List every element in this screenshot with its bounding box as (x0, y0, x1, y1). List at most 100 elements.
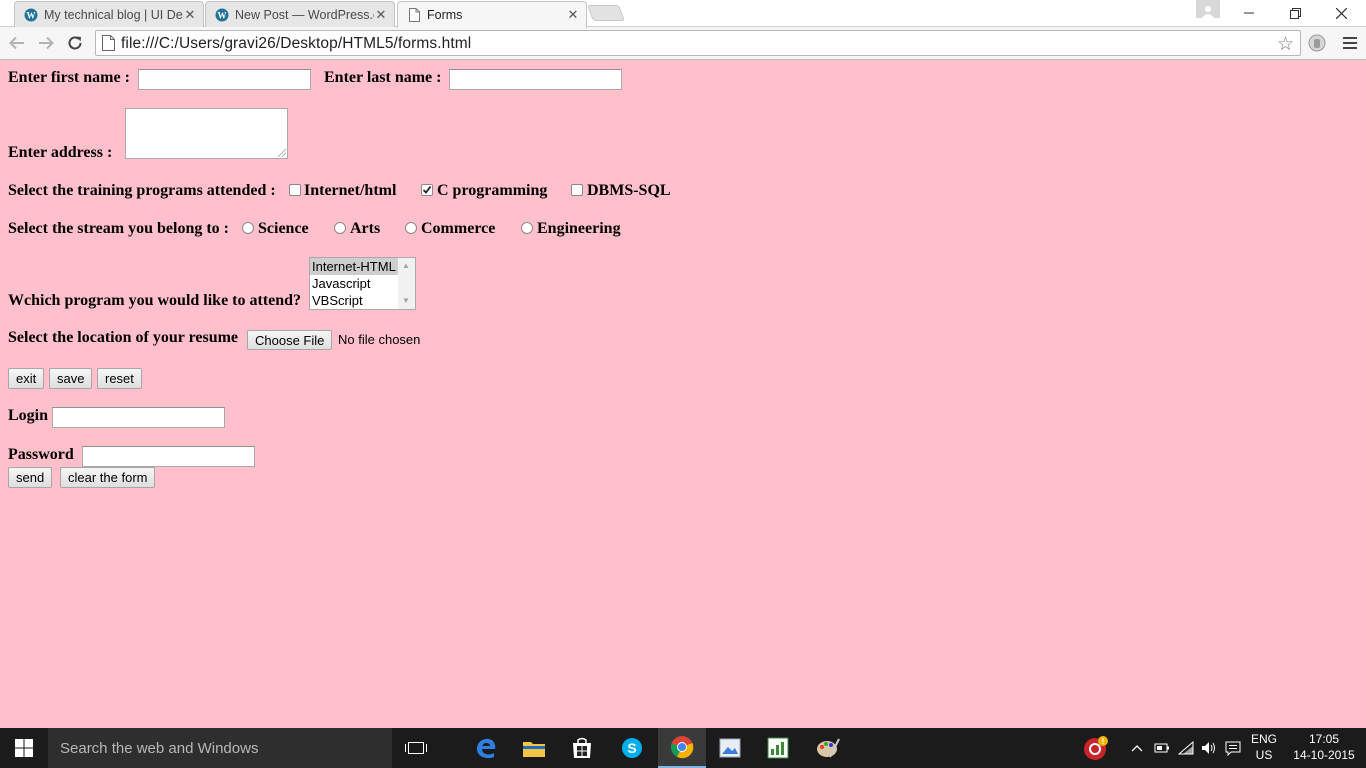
login-label: Login (8, 407, 49, 424)
checkbox-internet-html[interactable] (289, 184, 301, 196)
scroll-up-icon[interactable]: ▲ (402, 261, 410, 270)
first-name-input[interactable] (138, 69, 311, 90)
close-tab-icon[interactable]: ✕ (566, 7, 580, 23)
listbox-option[interactable]: Internet-HTML (310, 258, 398, 275)
tab-title: Forms (427, 8, 463, 22)
windows-start-icon[interactable] (0, 728, 48, 768)
checkbox-c-programming[interactable] (421, 184, 433, 196)
page-content: Enter first name : Enter last name : Ent… (0, 61, 1366, 728)
last-name-label: Enter last name : (324, 69, 442, 86)
radio-engineering[interactable] (521, 222, 533, 234)
checkbox-label: C programming (437, 182, 548, 199)
new-tab-button[interactable] (587, 5, 625, 21)
browser-toolbar: file:///C:/Users/gravi26/Desktop/HTML5/f… (0, 27, 1366, 60)
photo-viewer-icon[interactable] (706, 728, 754, 768)
tab-title: New Post — WordPress.co (235, 7, 374, 22)
browser-tab-strip: W My technical blog | UI Dev ✕ W New Pos… (0, 0, 1366, 28)
notification-app-icon[interactable]: ! (1072, 728, 1120, 768)
close-tab-icon[interactable]: ✕ (183, 7, 197, 23)
checkmark-icon (422, 185, 432, 194)
checkbox-dbms-sql[interactable] (571, 184, 583, 196)
close-tab-icon[interactable]: ✕ (374, 7, 388, 23)
address-bar[interactable]: file:///C:/Users/gravi26/Desktop/HTML5/f… (95, 30, 1301, 56)
search-placeholder: Search the web and Windows (60, 739, 259, 757)
forward-arrow-icon[interactable] (35, 32, 57, 54)
radio-label: Science (258, 220, 309, 237)
url-text: file:///C:/Users/gravi26/Desktop/HTML5/f… (121, 35, 472, 52)
volume-icon[interactable] (1199, 728, 1219, 768)
wifi-icon[interactable] (1176, 728, 1196, 768)
bookmark-star-icon[interactable]: ☆ (1277, 33, 1294, 56)
checkbox-label: DBMS-SQL (587, 182, 671, 199)
choose-file-button[interactable]: Choose File (247, 330, 333, 350)
action-center-icon[interactable] (1222, 728, 1244, 768)
checkbox-label: Internet/html (304, 182, 397, 199)
resize-grip-icon[interactable] (278, 149, 286, 157)
address-label: Enter address : (8, 144, 113, 161)
store-icon[interactable] (558, 728, 606, 768)
reload-icon[interactable] (64, 32, 86, 54)
radio-science[interactable] (242, 222, 254, 234)
task-view-icon[interactable] (392, 728, 440, 768)
page-icon (102, 35, 115, 56)
program-listbox[interactable]: Internet-HTML Javascript VBScript ▲ ▼ (309, 257, 416, 310)
radio-label: Engineering (537, 220, 621, 237)
language-indicator[interactable]: ENG US (1246, 731, 1282, 763)
page-icon (406, 7, 422, 23)
training-label: Select the training programs attended : (8, 182, 276, 199)
back-arrow-icon[interactable] (6, 32, 28, 54)
windows-taskbar: Search the web and Windows S ! ENG US 17… (0, 728, 1366, 768)
listbox-option[interactable]: VBScript (310, 292, 398, 309)
extension-icon[interactable] (1306, 32, 1328, 54)
tab-my-technical-blog[interactable]: W My technical blog | UI Dev ✕ (14, 1, 204, 27)
resume-label: Select the location of your resume (8, 329, 239, 346)
profile-icon[interactable] (1196, 0, 1220, 18)
radio-arts[interactable] (334, 222, 346, 234)
save-button[interactable]: save (49, 368, 93, 389)
tab-forms[interactable]: Forms ✕ (397, 1, 587, 28)
exit-button[interactable]: exit (8, 368, 45, 389)
svg-text:W: W (218, 10, 227, 20)
wordpress-icon: W (23, 7, 39, 23)
send-button[interactable]: send (8, 467, 53, 488)
restore-icon[interactable] (1272, 0, 1318, 26)
listbox-option[interactable]: Javascript (310, 275, 398, 292)
listbox-scrollbar[interactable]: ▲ ▼ (398, 258, 415, 309)
spreadsheet-icon[interactable] (754, 728, 802, 768)
paint-icon[interactable] (804, 728, 852, 768)
address-textarea[interactable] (125, 108, 288, 159)
wordpress-icon: W (214, 7, 230, 23)
menu-icon[interactable] (1339, 32, 1361, 54)
clock-date: 14-10-2015 (1293, 748, 1355, 762)
chrome-icon[interactable] (658, 728, 706, 768)
tab-new-post[interactable]: W New Post — WordPress.co ✕ (205, 1, 395, 27)
edge-browser-icon[interactable] (462, 728, 510, 768)
language-region: US (1255, 748, 1273, 762)
last-name-input[interactable] (449, 69, 622, 90)
file-explorer-icon[interactable] (510, 728, 558, 768)
password-label: Password (8, 446, 74, 463)
tab-title: My technical blog | UI Dev (44, 7, 183, 22)
radio-label: Commerce (421, 220, 496, 237)
clear-form-button[interactable]: clear the form (60, 467, 156, 488)
svg-text:S: S (627, 740, 636, 756)
power-icon[interactable] (1152, 728, 1172, 768)
close-window-icon[interactable] (1318, 0, 1364, 26)
language-code: ENG (1250, 732, 1277, 746)
stream-label: Select the stream you belong to : (8, 220, 229, 237)
password-input[interactable] (82, 446, 255, 467)
taskbar-search-box[interactable]: Search the web and Windows (48, 728, 392, 768)
svg-text:!: ! (1102, 737, 1105, 746)
reset-button[interactable]: reset (97, 368, 142, 389)
login-input[interactable] (52, 407, 225, 428)
program-label: Wchich program you would like to attend? (8, 292, 302, 309)
no-file-text: No file chosen (338, 332, 421, 347)
minimize-icon[interactable] (1226, 0, 1272, 26)
skype-icon[interactable]: S (608, 728, 656, 768)
scroll-down-icon[interactable]: ▼ (402, 296, 410, 305)
clock-time: 17:05 (1308, 732, 1340, 746)
radio-commerce[interactable] (405, 222, 417, 234)
first-name-label: Enter first name : (8, 69, 130, 86)
system-clock[interactable]: 17:05 14-10-2015 (1284, 731, 1364, 763)
show-hidden-icons-chevron-icon[interactable] (1128, 728, 1146, 768)
